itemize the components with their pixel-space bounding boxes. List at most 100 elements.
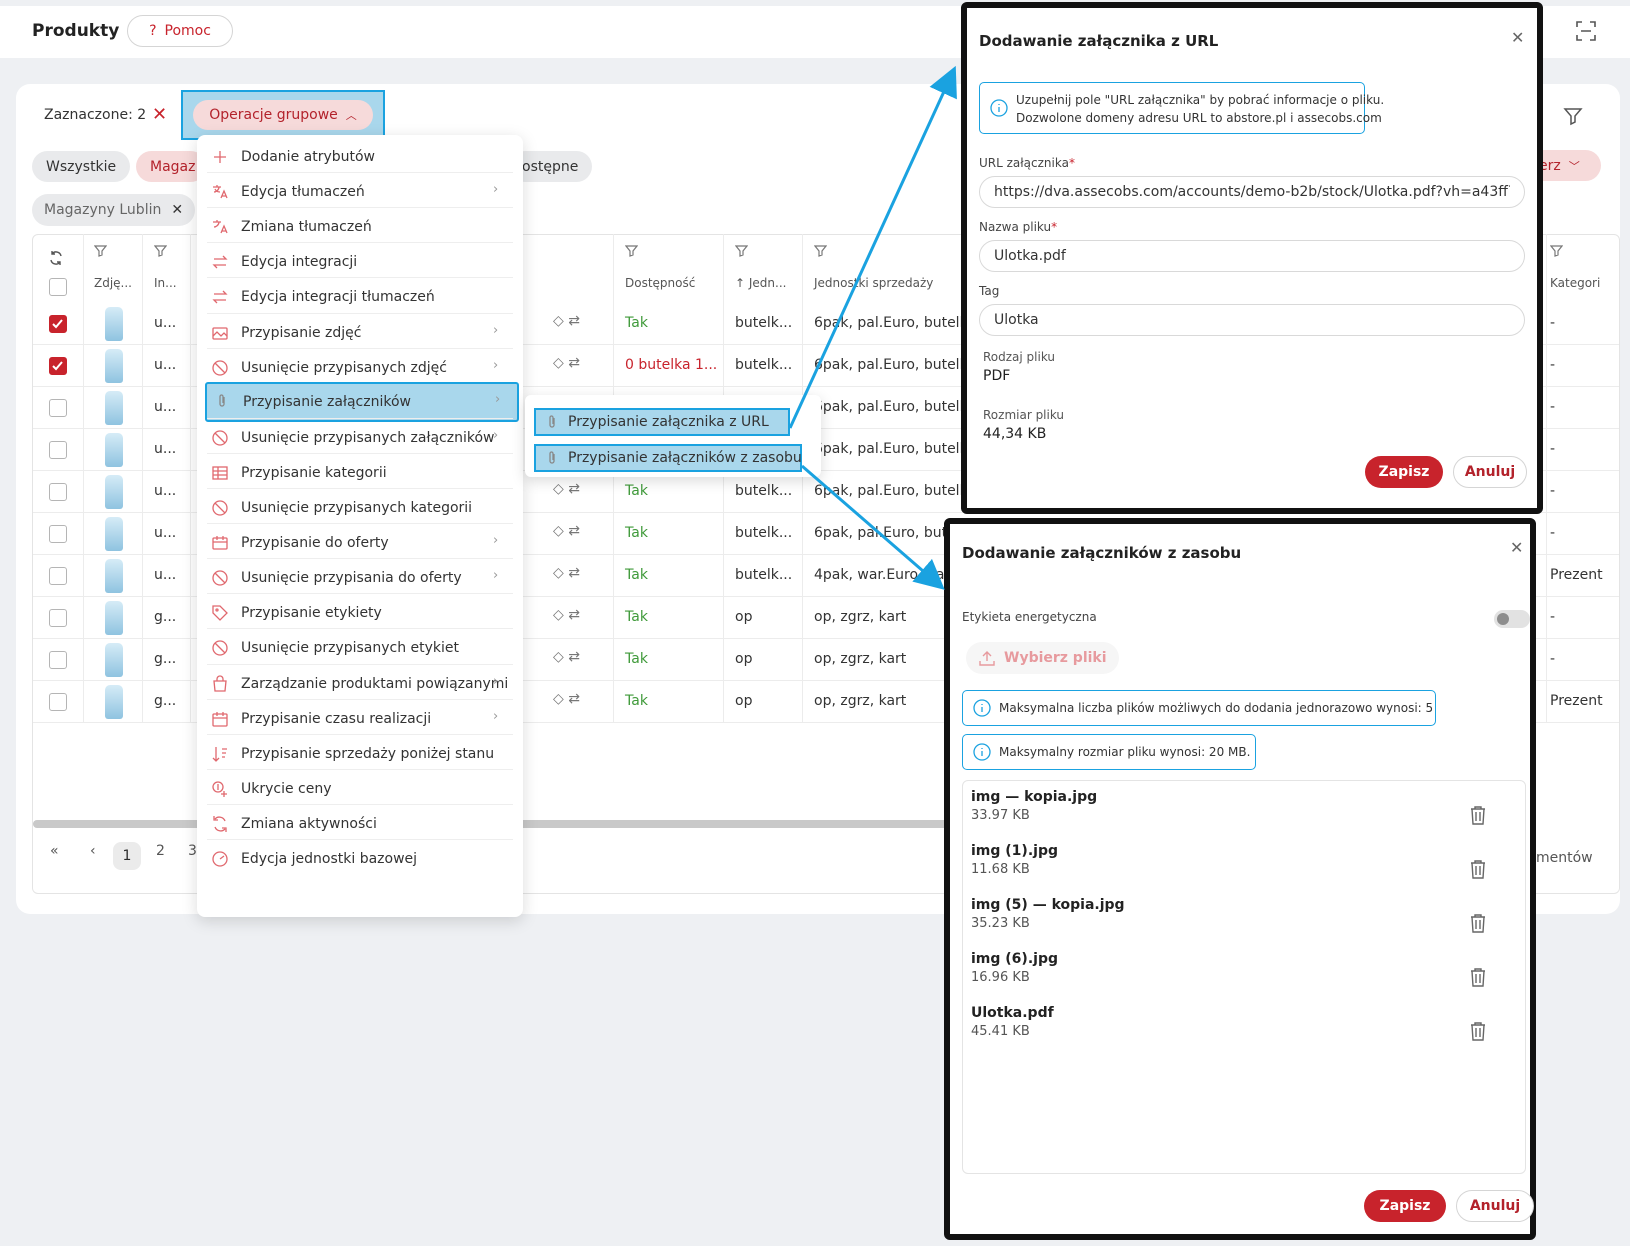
pick-files-button[interactable]: Wybierz pliki: [966, 642, 1119, 674]
cell-unit: op: [735, 651, 753, 667]
menu-divider: [207, 277, 513, 279]
resource-attachments-dialog: Dodawanie załączników z zasobu ✕ Etykiet…: [944, 518, 1536, 1240]
row-checkbox[interactable]: [49, 483, 67, 501]
column-filter-icon[interactable]: [625, 244, 638, 257]
trash-icon[interactable]: [1469, 1021, 1487, 1041]
menu-item-4[interactable]: Edycja integracji: [197, 244, 523, 280]
column-filter-icon[interactable]: [154, 244, 167, 257]
menu-item-7[interactable]: Usunięcie przypisanych zdjęć ›: [197, 350, 523, 386]
cell-category: -: [1550, 525, 1556, 541]
close-icon[interactable]: ✕: [171, 202, 183, 218]
menu-item-8[interactable]: Przypisanie załączników ›: [205, 381, 519, 422]
menu-item-9[interactable]: Usunięcie przypisanych załączników ›: [197, 420, 523, 456]
submenu-item-label: Przypisanie załączników z zasobu: [568, 450, 802, 466]
menu-item-20[interactable]: Zmiana aktywności: [197, 806, 523, 842]
clear-selection-icon[interactable]: ✕: [152, 104, 167, 125]
menu-item-18[interactable]: Przypisanie sprzedaży poniżej stanu: [197, 736, 523, 772]
menu-item-3[interactable]: Zmiana tłumaczeń: [197, 209, 523, 245]
help-button[interactable]: ? Pomoc: [127, 15, 233, 47]
info-icon: [990, 99, 1008, 117]
tag-input[interactable]: [979, 304, 1525, 336]
energy-label-toggle[interactable]: [1494, 610, 1530, 628]
menu-divider: [207, 172, 513, 174]
row-checkbox[interactable]: [49, 651, 67, 669]
trash-icon[interactable]: [1469, 859, 1487, 879]
row-action-icons[interactable]: ◇ ⇄: [553, 607, 580, 623]
info-line: Uzupełnij pole "URL załącznika" by pobra…: [1016, 93, 1385, 107]
cell-category: -: [1550, 315, 1556, 331]
menu-item-10[interactable]: Przypisanie kategorii: [197, 455, 523, 491]
file-name-input[interactable]: [979, 240, 1525, 272]
menu-item-19[interactable]: Ukrycie ceny: [197, 771, 523, 807]
page-2-button[interactable]: 2: [156, 843, 165, 859]
row-checkbox[interactable]: [49, 441, 67, 459]
menu-item-6[interactable]: Przypisanie zdjęć ›: [197, 315, 523, 351]
row-checkbox[interactable]: [49, 567, 67, 585]
row-action-icons[interactable]: ◇ ⇄: [553, 313, 580, 329]
trash-icon[interactable]: [1469, 805, 1487, 825]
save-button[interactable]: Zapisz: [1364, 1190, 1446, 1222]
menu-item-12[interactable]: Przypisanie do oferty ›: [197, 525, 523, 561]
select-all-checkbox[interactable]: [49, 278, 67, 296]
row-checkbox[interactable]: [49, 525, 67, 543]
attachments-submenu: Przypisanie załącznika z URL Przypisanie…: [525, 395, 821, 477]
row-checkbox[interactable]: [49, 693, 67, 711]
refresh-icon[interactable]: [48, 250, 64, 266]
trash-icon[interactable]: [1469, 967, 1487, 987]
prev-page-icon[interactable]: ‹: [90, 843, 96, 859]
chevron-down-icon: ﹀: [1568, 159, 1580, 173]
row-checkbox[interactable]: [49, 315, 67, 333]
chip-warehouses[interactable]: Magaz: [136, 151, 206, 182]
row-checkbox[interactable]: [49, 399, 67, 417]
col-header-unit-label: Jedn...: [748, 276, 787, 290]
menu-item-1[interactable]: Dodanie atrybutów: [197, 139, 523, 175]
column-filter-icon[interactable]: [1550, 244, 1563, 257]
offer-icon: [212, 536, 228, 550]
close-icon[interactable]: ✕: [1510, 538, 1523, 557]
chip-all[interactable]: Wszystkie: [32, 151, 131, 182]
group-operations-button[interactable]: Operacje grupowe ︿: [193, 100, 373, 130]
menu-item-13[interactable]: Usunięcie przypisania do oferty ›: [197, 560, 523, 596]
submenu-item-resource[interactable]: Przypisanie załączników z zasobu: [534, 444, 802, 472]
filter-icon[interactable]: [1563, 106, 1583, 126]
row-checkbox[interactable]: [49, 609, 67, 627]
menu-item-11[interactable]: Usunięcie przypisanych kategorii: [197, 490, 523, 526]
menu-item-label: Przypisanie zdjęć: [241, 324, 362, 341]
submenu-item-url[interactable]: Przypisanie załącznika z URL: [534, 408, 790, 436]
menu-item-14[interactable]: Przypisanie etykiety: [197, 595, 523, 631]
row-action-icons[interactable]: ◇ ⇄: [553, 565, 580, 581]
url-field-label: URL załącznika*: [979, 156, 1075, 170]
trash-icon[interactable]: [1469, 913, 1487, 933]
page-1-button[interactable]: 1: [113, 842, 141, 870]
menu-item-15[interactable]: Usunięcie przypisanych etykiet: [197, 630, 523, 666]
menu-item-label: Przypisanie do oferty: [241, 535, 389, 552]
menu-item-2[interactable]: Edycja tłumaczeń ›: [197, 174, 523, 210]
column-filter-icon[interactable]: [814, 244, 827, 257]
cancel-button[interactable]: Anuluj: [1453, 456, 1527, 488]
row-action-icons[interactable]: ◇ ⇄: [553, 523, 580, 539]
row-action-icons[interactable]: ◇ ⇄: [553, 691, 580, 707]
menu-item-21[interactable]: Edycja jednostki bazowej: [197, 841, 523, 877]
row-action-icons[interactable]: ◇ ⇄: [553, 649, 580, 665]
row-action-icons[interactable]: ◇ ⇄: [553, 481, 580, 497]
column-filter-icon[interactable]: [94, 244, 107, 257]
row-checkbox[interactable]: [49, 357, 67, 375]
price-hide-icon: [212, 781, 227, 797]
filter-chip-warehouse[interactable]: Magazyny Lublin ✕: [32, 194, 196, 226]
menu-item-5[interactable]: Edycja integracji tłumaczeń: [197, 279, 523, 315]
fullscreen-icon[interactable]: [1575, 20, 1597, 42]
menu-item-16[interactable]: Zarządzanie produktami powiązanymi ›: [197, 666, 523, 702]
save-button[interactable]: Zapisz: [1365, 456, 1443, 488]
row-action-icons[interactable]: ◇ ⇄: [553, 355, 580, 371]
cell-index: u...: [154, 399, 177, 415]
first-page-icon[interactable]: «: [50, 843, 59, 859]
cancel-button[interactable]: Anuluj: [1456, 1190, 1534, 1222]
menu-item-17[interactable]: Przypisanie czasu realizacji ›: [197, 701, 523, 737]
horizontal-scrollbar[interactable]: [33, 820, 1033, 828]
column-filter-icon[interactable]: [735, 244, 748, 257]
close-icon[interactable]: ✕: [1511, 28, 1524, 47]
cell-category: -: [1550, 399, 1556, 415]
url-input[interactable]: [979, 176, 1525, 208]
page-3-button[interactable]: 3: [188, 843, 197, 859]
menu-item-label: Zmiana aktywności: [241, 815, 377, 832]
